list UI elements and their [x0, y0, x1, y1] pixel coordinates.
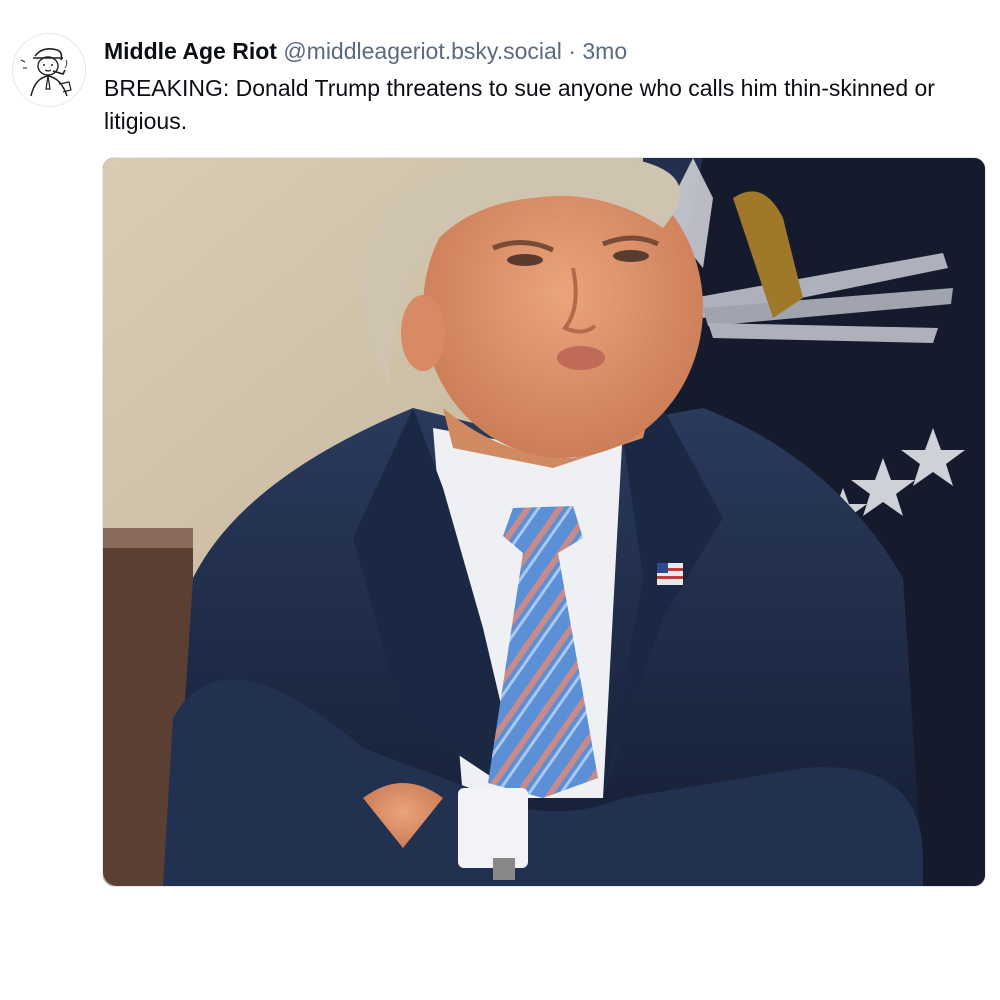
author-handle[interactable]: @middleageriot.bsky.social: [283, 38, 562, 64]
post-image[interactable]: [102, 157, 986, 887]
post-card[interactable]: Middle Age Riot @middleageriot.bsky.soci…: [0, 0, 1000, 1000]
header-separator: ·: [568, 38, 576, 64]
man-arms-crossed-photo-icon: [103, 158, 985, 886]
post-timestamp[interactable]: 3mo: [582, 38, 627, 64]
post-text: BREAKING: Donald Trump threatens to sue …: [104, 75, 935, 134]
author-avatar[interactable]: [12, 33, 86, 107]
author-display-name[interactable]: Middle Age Riot: [104, 38, 277, 64]
post-header: Middle Age Riot @middleageriot.bsky.soci…: [104, 36, 627, 66]
vintage-man-illustration-icon: [13, 34, 85, 106]
